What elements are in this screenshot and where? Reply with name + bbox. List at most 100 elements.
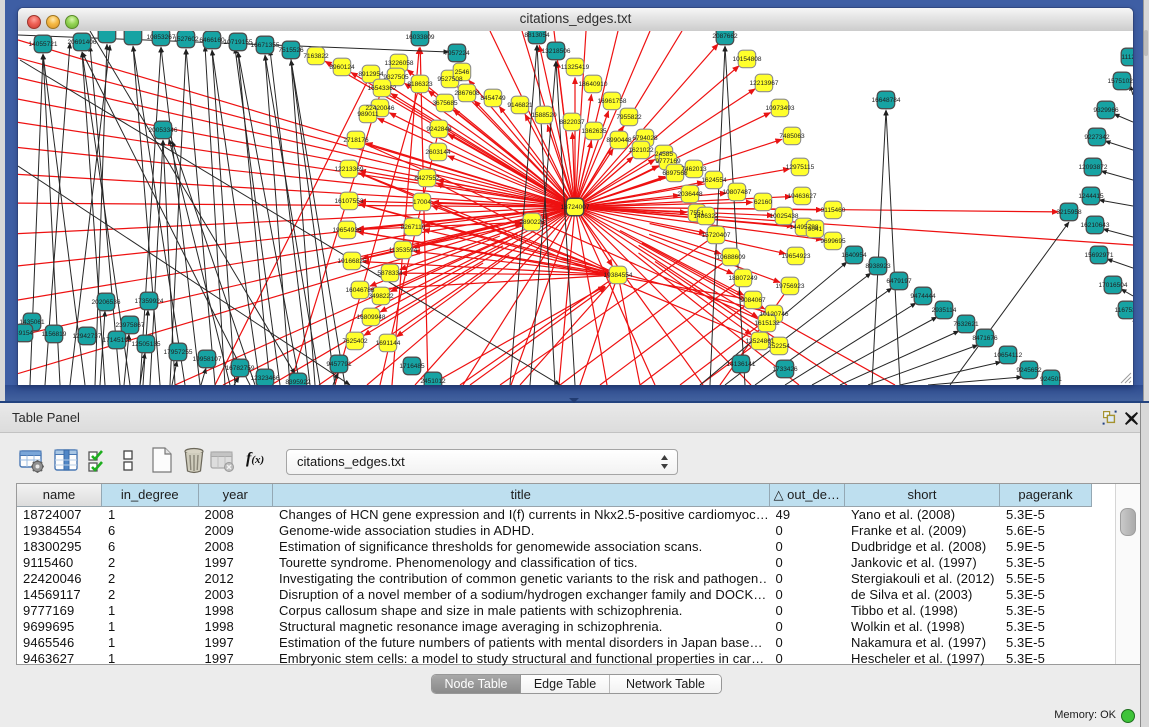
svg-text:14055721: 14055721 (29, 41, 58, 48)
svg-text:9146821: 9146821 (507, 102, 533, 109)
svg-text:1691144: 1691144 (376, 340, 401, 347)
svg-text:10973493: 10973493 (766, 105, 795, 112)
svg-text:2935114: 2935114 (932, 307, 957, 314)
svg-text:24585: 24585 (655, 151, 673, 158)
svg-text:10025438: 10025438 (770, 213, 799, 220)
svg-text:10807487: 10807487 (723, 189, 752, 196)
svg-text:9327505: 9327505 (383, 74, 409, 81)
svg-text:62160: 62160 (754, 199, 772, 206)
svg-text:7632621: 7632621 (953, 321, 979, 328)
svg-text:9329966: 9329966 (1093, 107, 1119, 114)
svg-text:8395922: 8395922 (285, 379, 311, 385)
svg-text:1527602: 1527602 (173, 36, 199, 43)
svg-text:9457791: 9457791 (326, 361, 352, 368)
svg-text:19654923: 19654923 (782, 253, 811, 260)
svg-text:1615132: 1615132 (754, 320, 780, 327)
svg-text:18640910: 18640910 (579, 81, 608, 88)
svg-text:1716485: 1716485 (399, 363, 425, 370)
svg-text:2603144: 2603144 (425, 149, 451, 156)
svg-text:9084067: 9084067 (740, 297, 766, 304)
svg-text:1167533: 1167533 (1115, 307, 1133, 314)
svg-text:17145193: 17145193 (103, 337, 132, 344)
svg-text:8822037: 8822037 (559, 119, 585, 126)
svg-text:8454749: 8454749 (480, 95, 506, 102)
svg-text:8267110: 8267110 (401, 224, 426, 231)
svg-text:1362635: 1362635 (581, 128, 607, 135)
svg-text:17957255: 17957255 (164, 349, 193, 356)
svg-text:19166825: 19166825 (338, 258, 367, 265)
svg-text:12975115: 12975115 (786, 164, 815, 171)
svg-text:8471676: 8471676 (972, 335, 998, 342)
svg-text:15751024: 15751024 (1108, 78, 1133, 85)
svg-text:17016504: 17016504 (1099, 282, 1128, 289)
svg-text:2036448: 2036448 (677, 191, 703, 198)
svg-text:8938923: 8938923 (865, 263, 891, 270)
svg-text:14136141: 14136141 (727, 361, 756, 368)
svg-text:16782759: 16782759 (226, 365, 255, 372)
svg-text:16107553: 16107553 (335, 198, 364, 205)
svg-text:2087662: 2087662 (712, 33, 738, 40)
svg-text:1588520: 1588520 (531, 112, 557, 119)
svg-text:10688609: 10688609 (717, 254, 746, 261)
svg-text:924501: 924501 (1040, 376, 1062, 383)
svg-text:6466160: 6466160 (199, 37, 225, 44)
svg-text:8427552: 8427552 (414, 175, 440, 182)
svg-text:9115460: 9115460 (821, 207, 846, 214)
svg-text:12505135: 12505135 (132, 341, 161, 348)
svg-text:7955822: 7955822 (616, 114, 642, 121)
svg-text:9699695: 9699695 (820, 238, 846, 245)
svg-text:252254: 252254 (768, 343, 790, 350)
svg-text:11353594: 11353594 (389, 247, 418, 254)
svg-text:8990448: 8990448 (606, 137, 632, 144)
svg-text:15692971: 15692971 (1085, 252, 1114, 259)
svg-text:9227342: 9227342 (1084, 134, 1110, 141)
svg-text:989011: 989011 (357, 111, 379, 118)
svg-text:10958107: 10958107 (193, 356, 222, 363)
svg-text:16648784: 16648784 (872, 97, 901, 104)
svg-text:13218506: 13218506 (542, 48, 571, 55)
svg-text:39154: 39154 (18, 330, 33, 337)
svg-text:9474444: 9474444 (910, 293, 936, 300)
svg-text:8813054: 8813054 (524, 32, 550, 39)
svg-text:6794028: 6794028 (632, 135, 658, 142)
svg-text:1486322: 1486322 (693, 213, 719, 220)
svg-text:2451012: 2451012 (420, 378, 446, 385)
svg-text:13226058: 13226058 (385, 60, 414, 67)
svg-text:3675685: 3675685 (432, 100, 458, 107)
svg-text:5878334: 5878334 (377, 270, 403, 277)
svg-text:16961758: 16961758 (598, 98, 627, 105)
svg-text:12093872: 12093872 (1079, 164, 1108, 171)
svg-text:20206536: 20206536 (92, 299, 121, 306)
svg-text:7462013: 7462013 (681, 166, 707, 173)
svg-text:3215958: 3215958 (1056, 209, 1082, 216)
svg-text:19756923: 19756923 (776, 283, 805, 290)
svg-text:2718176: 2718176 (343, 137, 369, 144)
svg-text:1640954: 1640954 (841, 252, 867, 259)
svg-text:8960124: 8960124 (329, 64, 355, 71)
svg-text:11123: 11123 (1121, 54, 1133, 61)
svg-text:6479197: 6479197 (886, 278, 912, 285)
svg-text:7163822: 7163822 (303, 53, 329, 60)
svg-text:9041: 9041 (808, 226, 823, 233)
svg-text:11325419: 11325419 (561, 64, 590, 71)
svg-text:7515526: 7515526 (278, 47, 304, 54)
svg-text:19384554: 19384554 (604, 272, 633, 279)
svg-text:9245652: 9245652 (1016, 367, 1042, 374)
svg-text:17004: 17004 (413, 199, 431, 206)
svg-text:9777169: 9777169 (655, 158, 681, 165)
svg-text:16671355: 16671355 (251, 42, 280, 49)
svg-text:9242848: 9242848 (426, 126, 452, 133)
svg-text:7625402: 7625402 (342, 338, 368, 345)
svg-text:1435061: 1435061 (19, 319, 45, 326)
svg-text:16543362: 16543362 (368, 85, 397, 92)
svg-text:1624554: 1624554 (701, 177, 727, 184)
svg-text:7957224: 7957224 (444, 50, 470, 57)
svg-text:20691406: 20691406 (68, 39, 97, 46)
svg-text:18724007: 18724007 (561, 204, 590, 211)
svg-text:2890225: 2890225 (519, 219, 545, 226)
svg-text:10719155: 10719155 (224, 39, 253, 46)
svg-text:12213967: 12213967 (750, 80, 779, 87)
svg-text:19654936: 19654936 (333, 227, 362, 234)
svg-text:8912954: 8912954 (358, 71, 384, 78)
svg-text:16210643: 16210643 (1081, 222, 1110, 229)
